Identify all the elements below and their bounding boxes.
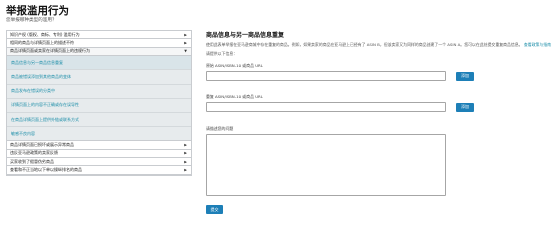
policy-link[interactable]: 查看政策与指南 [524, 42, 551, 47]
page-title: 举报滥用行为 [6, 5, 69, 17]
accordion-item-label: 知识产权 (版权、商标、专利) 滥用行为 [10, 31, 80, 37]
accordion-panel-detail-page: 商品信息与另一商品信息重复 商品被错误添加到其他商品的变体 商品发布在错误的分类… [7, 56, 191, 142]
sub-item-external-links[interactable]: 在商品详情页面上提供外链或联系方式 [7, 113, 191, 128]
original-asin-label: 原始 ASIN/ISBN-10 或商品 URL [206, 63, 263, 68]
problem-description-label: 请描述您的问题 [206, 126, 234, 131]
abuse-type-accordion: 知识产权 (版权、商标、专利) 滥用行为 ▶ 相同的商品与详情页面上的描述不符 … [6, 30, 192, 176]
sub-item-label: 详情页面上的内容不正确或存在误导性 [11, 102, 79, 108]
caret-down-icon: ▼ [184, 49, 187, 54]
form-title: 商品信息与另一商品信息重复 [206, 32, 285, 39]
accordion-item-counterfeit[interactable]: 买家收到了假冒伪劣商品 ▶ [7, 158, 191, 167]
sub-item-label: 商品被错误添加到其他商品的变体 [11, 73, 71, 79]
accordion-item-label: 商品详情页面或卖家在详情页面上的违规行为 [10, 48, 90, 54]
report-form: 商品信息与另一商品信息重复 使用此表单举报在亚马逊商城中存在重复的商品。例如，如… [206, 30, 551, 214]
accordion-item-seller-feedback[interactable]: 违反亚马逊政策的卖家反馈 ▶ [7, 149, 191, 159]
accordion-item-rank-manipulation[interactable]: 查看和不正当地以下单以操纵排名的商品 ▶ [7, 166, 191, 175]
caret-right-icon: ▶ [184, 151, 187, 156]
caret-right-icon: ▶ [184, 32, 187, 37]
sub-item-offensive-content[interactable]: 敏感不良内容 [7, 127, 191, 142]
caret-right-icon: ▶ [184, 159, 187, 164]
duplicate-asin-input[interactable] [206, 102, 446, 112]
sub-item-wrong-category[interactable]: 商品发布在错误的分类中 [7, 85, 191, 99]
sub-item-wrong-variation[interactable]: 商品被错误添加到其他商品的变体 [7, 70, 191, 85]
accordion-item-label: 商品详情页面已损坏或展示异常商品 [10, 141, 74, 147]
accordion-item-product-mismatch[interactable]: 相同的商品与详情页面上的描述不符 ▶ [7, 39, 191, 48]
accordion-item-ip-abuse[interactable]: 知识产权 (版权、商标、专利) 滥用行为 ▶ [7, 31, 191, 40]
add-original-asin-button[interactable]: 添加 [456, 71, 474, 81]
accordion-item-label: 查看和不正当地以下单以操纵排名的商品 [10, 167, 82, 173]
submit-button[interactable]: 提交 [206, 205, 223, 214]
sub-item-label: 商品信息与另一商品信息重复 [11, 59, 63, 65]
accordion-item-label: 买家收到了假冒伪劣商品 [10, 158, 54, 164]
sub-item-duplicate-listing[interactable]: 商品信息与另一商品信息重复 [7, 56, 191, 71]
accordion-item-label: 违反亚马逊政策的卖家反馈 [10, 150, 58, 156]
accordion-item-broken-page[interactable]: 商品详情页面已损坏或展示异常商品 ▶ [7, 141, 191, 150]
page-subtitle: 您举报哪种类型的滥用？ [6, 18, 57, 23]
add-duplicate-asin-button[interactable]: 添加 [456, 102, 474, 112]
sub-item-incorrect-content[interactable]: 详情页面上的内容不正确或存在误导性 [7, 99, 191, 113]
form-description-text: 使用此表单举报在亚马逊商城中存在重复的商品。例如，如果卖家的商品在亚马逊上已经有… [206, 42, 523, 47]
original-asin-input[interactable] [206, 71, 446, 81]
sub-item-label: 商品发布在错误的分类中 [11, 88, 55, 94]
sub-item-label: 敏感不良内容 [11, 130, 35, 136]
caret-right-icon: ▶ [184, 168, 187, 173]
sub-item-label: 在商品详情页面上提供外链或联系方式 [11, 116, 79, 122]
duplicate-asin-label: 重复 ASIN/ISBN-10 或商品 URL [206, 94, 263, 99]
caret-right-icon: ▶ [184, 142, 187, 147]
accordion-item-detail-page-violations[interactable]: 商品详情页面或卖家在详情页面上的违规行为 ▼ [7, 47, 191, 57]
form-prompt: 请提供以下信息： [206, 51, 238, 56]
form-description: 使用此表单举报在亚马逊商城中存在重复的商品。例如，如果卖家的商品在亚马逊上已经有… [206, 42, 551, 47]
accordion-item-label: 相同的商品与详情页面上的描述不符 [10, 40, 74, 46]
problem-description-textarea[interactable] [206, 134, 446, 196]
caret-right-icon: ▶ [184, 41, 187, 46]
